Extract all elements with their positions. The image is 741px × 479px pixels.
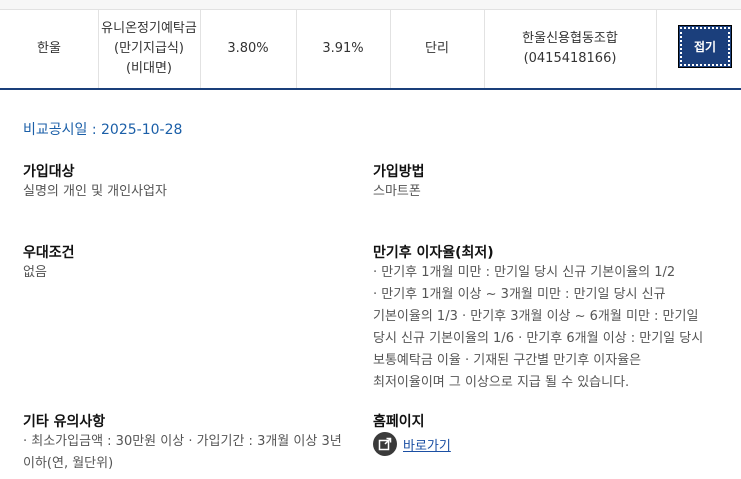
collapse-button[interactable]: 접기 <box>678 25 732 68</box>
maturity-rate-text: · 만기후 1개월 미만 : 만기일 당시 신규 기본이율의 1/2 · 만기후… <box>373 262 733 394</box>
interest-type: 단리 <box>425 41 449 56</box>
base-rate: 3.80% <box>227 41 269 56</box>
product-name-line: 유니온정기예탁금 <box>101 21 197 36</box>
product-row: 한울 유니온정기예탁금 (만기지급식) (비대면) 3.80% 3.91% 단리… <box>0 10 741 90</box>
other-notes-text: · 최소가입금액 : 30만원 이상 · 가입기간 : 3개월 이상 3년 이하… <box>23 431 363 475</box>
maturity-line: · 만기후 1개월 이상 ~ 3개월 미만 : 만기일 당시 신규 <box>373 287 666 302</box>
preferential-value: 없음 <box>23 265 47 280</box>
join-method-title: 가입방법 <box>373 164 425 180</box>
homepage-link-text[interactable]: 바로가기 <box>403 435 451 454</box>
contact: 한울신용협동조합 (0415418166) <box>484 10 656 88</box>
join-target-title: 가입대상 <box>23 164 75 180</box>
compare-date: 비교공시일 : 2025-10-28 <box>23 122 183 138</box>
max-rate: 3.91% <box>322 41 364 56</box>
product-name-line: (비대면) <box>125 61 173 76</box>
col-divider <box>656 10 657 88</box>
other-note-line: · 최소가입금액 : 30만원 이상 · 가입기간 : 3개월 이상 3년 <box>23 434 342 449</box>
homepage-link[interactable]: 바로가기 <box>373 432 451 456</box>
contact-name: 한울신용협동조합 <box>522 31 618 46</box>
maturity-line: 최저이율이며 그 이상으로 지급 될 수 있습니다. <box>373 375 630 390</box>
join-target-value: 실명의 개인 및 개인사업자 <box>23 184 167 199</box>
maturity-line: · 만기후 1개월 미만 : 만기일 당시 신규 기본이율의 1/2 <box>373 265 676 280</box>
other-notes-title: 기타 유의사항 <box>23 414 106 430</box>
external-link-icon[interactable] <box>373 432 397 456</box>
contact-phone: (0415418166) <box>523 51 617 66</box>
bank-name: 한울 <box>37 41 61 56</box>
maturity-line: 보통예탁금 이율 · 기재된 구간별 만기후 이자율은 <box>373 353 642 368</box>
maturity-line: 당시 신규 기본이율의 1/6 · 만기후 6개월 이상 : 만기일 당시 <box>373 331 704 346</box>
product-name-line: (만기지급식) <box>114 41 184 56</box>
preferential-title: 우대조건 <box>23 245 75 261</box>
other-note-line: 이하(연, 월단위) <box>23 456 114 471</box>
maturity-line: 기본이율의 1/3 · 만기후 3개월 이상 ~ 6개월 미만 : 만기일 <box>373 309 699 324</box>
homepage-title: 홈페이지 <box>373 414 425 430</box>
top-strip <box>0 0 741 10</box>
product-name: 유니온정기예탁금 (만기지급식) (비대면) <box>98 10 200 88</box>
maturity-rate-title: 만기후 이자율(최저) <box>373 245 494 261</box>
join-method-value: 스마트폰 <box>373 184 421 199</box>
